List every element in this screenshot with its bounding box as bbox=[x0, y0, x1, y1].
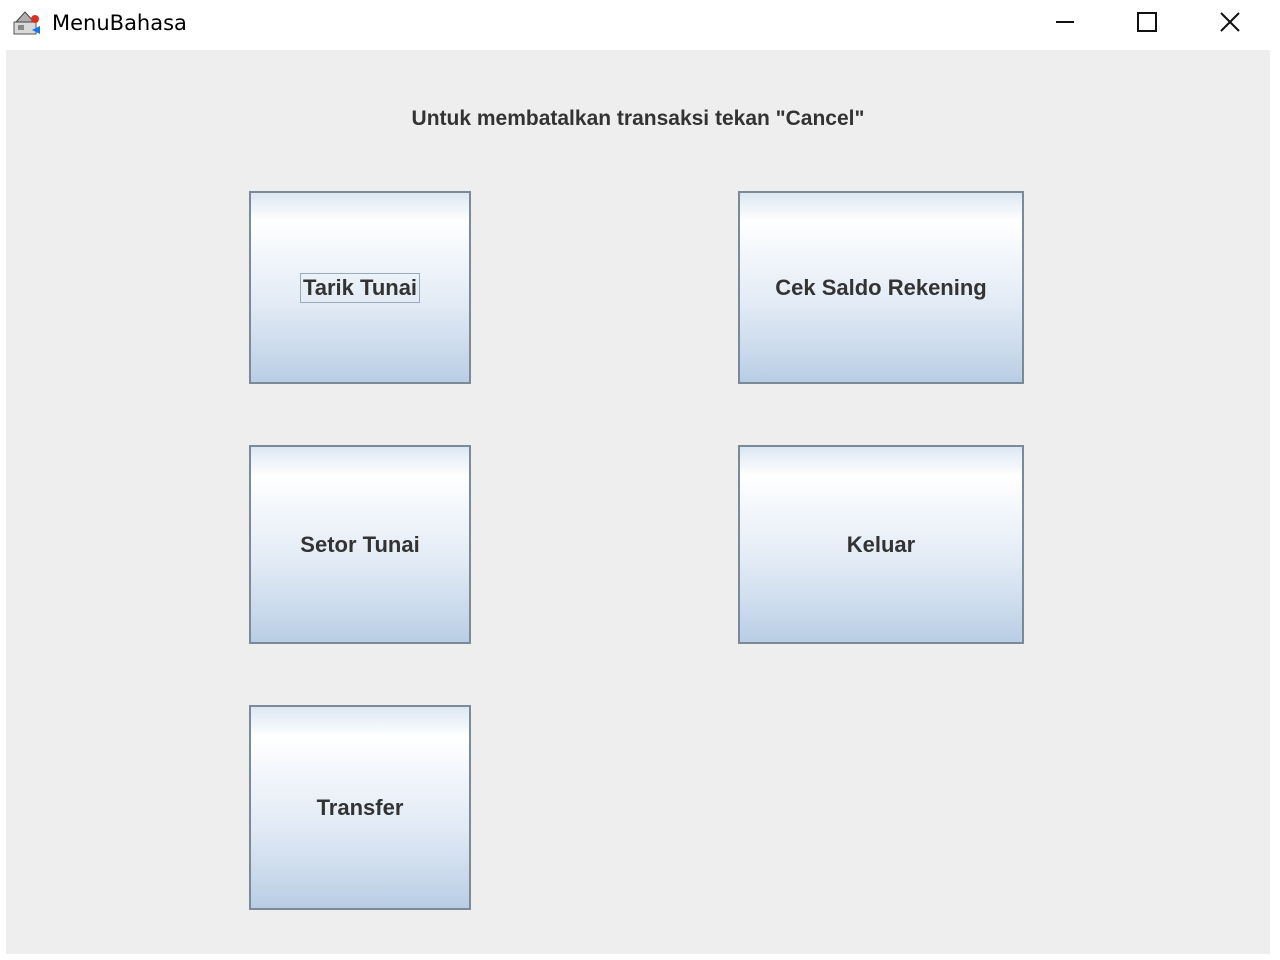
close-icon bbox=[1220, 12, 1240, 32]
java-app-icon[interactable] bbox=[12, 8, 42, 38]
content-pane: Untuk membatalkan transaksi tekan "Cance… bbox=[6, 50, 1270, 954]
setor-tunai-button[interactable]: Setor Tunai bbox=[249, 445, 471, 644]
maximize-button[interactable] bbox=[1112, 0, 1182, 44]
tarik-tunai-button[interactable]: Tarik Tunai bbox=[249, 191, 471, 384]
maximize-icon bbox=[1137, 12, 1157, 32]
window-title: MenuBahasa bbox=[52, 11, 187, 35]
keluar-label: Keluar bbox=[846, 531, 916, 557]
window-bottom-border bbox=[0, 954, 1280, 960]
cek-saldo-button[interactable]: Cek Saldo Rekening bbox=[738, 191, 1024, 384]
close-button[interactable] bbox=[1195, 0, 1265, 44]
app-window: MenuBahasa Untuk membatalkan transaksi t… bbox=[0, 0, 1280, 960]
instruction-label: Untuk membatalkan transaksi tekan "Cance… bbox=[411, 107, 865, 130]
tarik-tunai-label: Tarik Tunai bbox=[299, 272, 421, 303]
minimize-button[interactable] bbox=[1030, 0, 1100, 44]
cek-saldo-label: Cek Saldo Rekening bbox=[775, 274, 987, 300]
keluar-button[interactable]: Keluar bbox=[738, 445, 1024, 644]
setor-tunai-label: Setor Tunai bbox=[300, 531, 420, 557]
minimize-icon bbox=[1056, 21, 1074, 23]
transfer-label: Transfer bbox=[316, 794, 404, 820]
transfer-button[interactable]: Transfer bbox=[249, 705, 471, 910]
title-bar[interactable]: MenuBahasa bbox=[0, 0, 1280, 48]
